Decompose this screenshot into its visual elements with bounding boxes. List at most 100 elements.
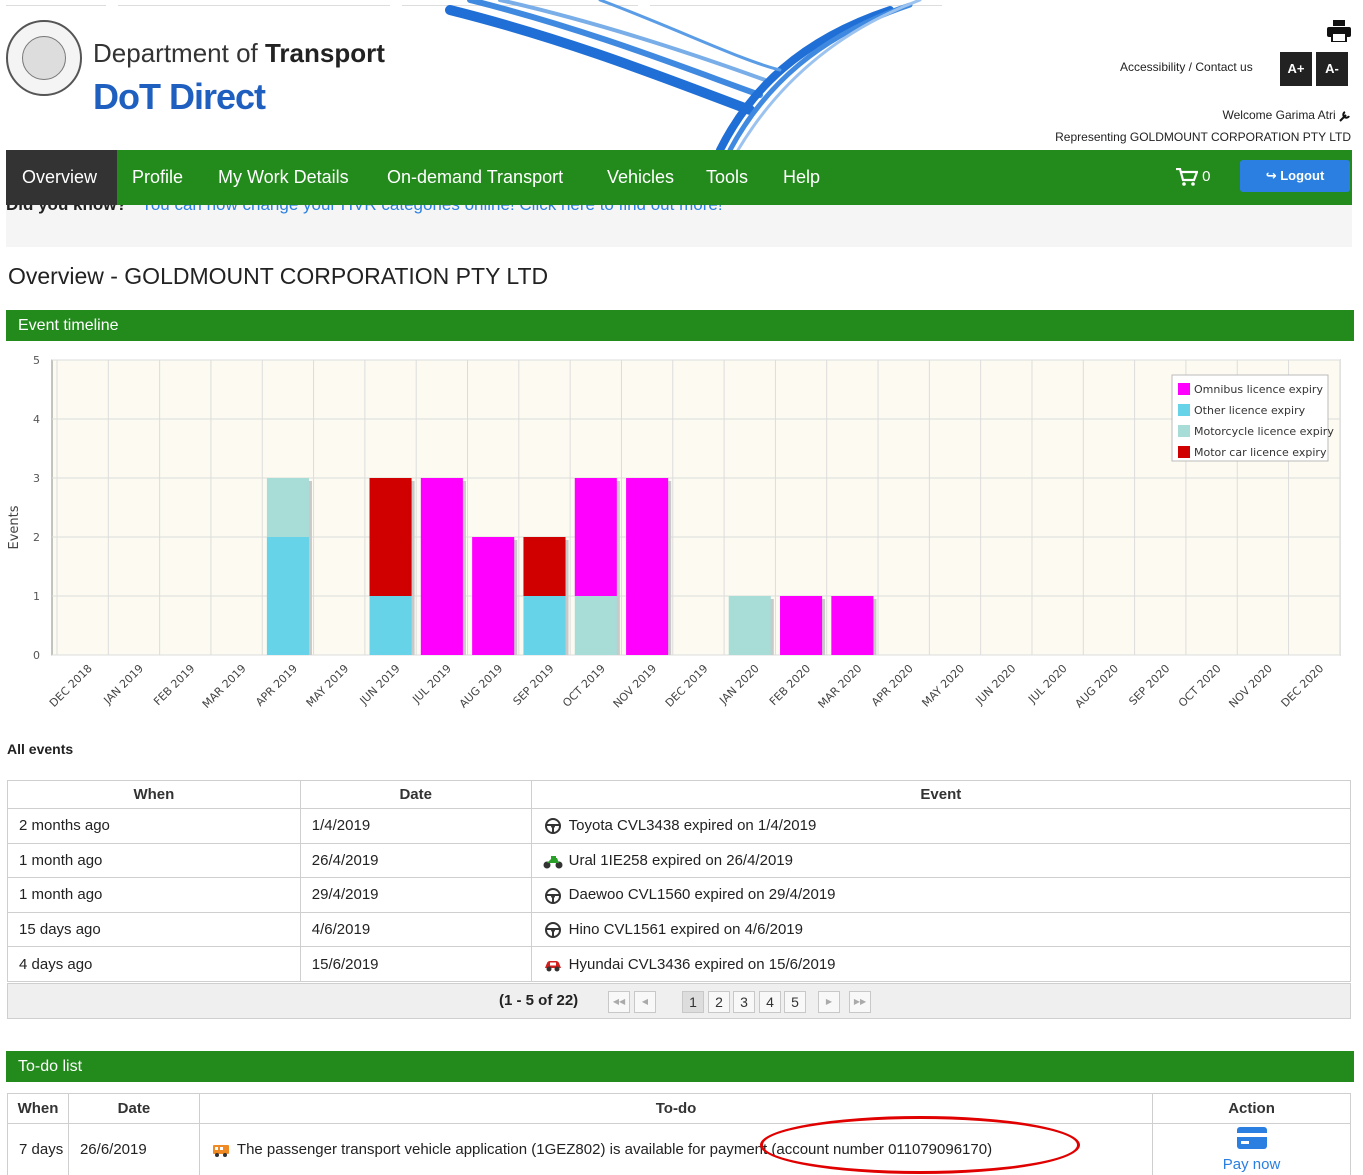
table-row[interactable]: 7 days 26/6/2019 The passenger transport… [7, 1123, 1351, 1175]
nav-item-my-work-details[interactable]: My Work Details [202, 150, 365, 205]
cell-event: Hyundai CVL3436 expired on 15/6/2019 [530, 946, 1352, 982]
cell-when: 15 days ago [7, 911, 301, 948]
cell-event: Ural 1IE258 expired on 26/4/2019 [530, 842, 1352, 879]
logout-button[interactable]: ↪ Logout [1240, 160, 1350, 192]
info-banner: Did you know? You can now change your HV… [6, 205, 1352, 247]
bar-segment [523, 537, 566, 596]
column-header-when[interactable]: When [7, 1093, 69, 1124]
y-tick-label: 3 [33, 472, 40, 485]
x-tick-label: APR 2020 [869, 662, 916, 709]
cell-date: 29/4/2019 [299, 877, 532, 913]
x-tick-label: SEP 2019 [511, 662, 557, 708]
x-tick-label: DEC 2019 [663, 662, 711, 710]
x-tick-label: JUL 2020 [1025, 662, 1069, 706]
column-header-date[interactable]: Date [67, 1093, 200, 1124]
x-tick-label: JUN 2020 [972, 662, 1018, 708]
nav-item-profile[interactable]: Profile [116, 150, 199, 205]
print-icon[interactable] [1326, 20, 1352, 42]
event-timeline-chart-container: 0 1 2 3 4 5 Events DEC 2018 JAN 2019 FEB 2019 MAR … [0, 341, 1363, 736]
all-events-label: All events [7, 741, 74, 757]
steering-wheel-icon [544, 887, 561, 904]
credit-card-icon[interactable] [1236, 1126, 1268, 1150]
bar-segment [626, 478, 669, 655]
nav-item-tools[interactable]: Tools [690, 150, 764, 205]
column-header-event[interactable]: Event [530, 780, 1352, 809]
y-tick-label: 2 [33, 531, 40, 544]
pager-page-2[interactable]: 2 [708, 991, 730, 1013]
nav-item-help[interactable]: Help [767, 150, 836, 205]
bar-segment [574, 596, 617, 655]
bar-segment [728, 596, 771, 655]
cell-date: 26/4/2019 [299, 842, 532, 879]
pager-info: (1 - 5 of 22) [499, 992, 579, 1009]
font-decrease-button[interactable]: A- [1316, 52, 1348, 86]
event-timeline-header: Event timeline [6, 310, 1354, 341]
representing-label: Representing GOLDMOUNT CORPORATION PTY L… [1055, 130, 1351, 144]
wrench-icon[interactable] [1339, 110, 1351, 122]
table-row[interactable]: 2 months ago 1/4/2019 Toyota CVL3438 exp… [7, 808, 1352, 844]
nav-item-on-demand-transport[interactable]: On-demand Transport [371, 150, 579, 205]
events-table: When Date Event 2 months ago 1/4/2019 To… [7, 780, 1352, 982]
passenger-vehicle-icon [212, 1145, 229, 1158]
bar-segment [523, 596, 566, 655]
pay-now-link[interactable]: Pay now [1153, 1156, 1350, 1173]
column-header-todo[interactable]: To-do [198, 1093, 1154, 1124]
column-header-date[interactable]: Date [299, 780, 532, 809]
column-header-action[interactable]: Action [1152, 1093, 1351, 1124]
pager-page-4[interactable]: 4 [759, 991, 781, 1013]
steering-wheel-icon [544, 818, 561, 835]
accessibility-contact-link[interactable]: Accessibility / Contact us [1120, 60, 1253, 74]
table-row[interactable]: 15 days ago 4/6/2019 Hino CVL1561 expire… [7, 911, 1352, 948]
x-tick-label: DEC 2018 [47, 662, 95, 710]
browser-tab-strip [6, 0, 106, 6]
pager-page-1[interactable]: 1 [682, 991, 704, 1013]
steering-wheel-icon [544, 922, 561, 939]
site-header: Department of Transport DoT Direct Acces… [0, 0, 1363, 150]
x-tick-label: MAR 2020 [816, 662, 865, 711]
x-tick-label: JAN 2020 [716, 662, 761, 707]
x-tick-label: FEB 2020 [767, 662, 813, 708]
cart-button[interactable]: 0 [1176, 167, 1211, 186]
y-tick-label: 4 [33, 413, 40, 426]
y-tick-label: 1 [33, 590, 40, 603]
decorative-swoosh [445, 0, 922, 150]
table-row[interactable]: 1 month ago 26/4/2019 Ural 1IE258 expire… [7, 842, 1352, 879]
nav-item-vehicles[interactable]: Vehicles [591, 150, 690, 205]
x-tick-label: NOV 2020 [1226, 662, 1275, 711]
pager-next-button[interactable]: ▶ [818, 991, 840, 1013]
y-tick-label: 0 [33, 649, 40, 662]
column-header-when[interactable]: When [7, 780, 301, 809]
banner-message[interactable]: Did you know? You can now change your HV… [6, 205, 723, 215]
cell-event: Daewoo CVL1560 expired on 29/4/2019 [530, 877, 1352, 913]
chart-plot-area [51, 359, 1341, 656]
todo-table: When Date To-do Action 7 days 26/6/2019 … [7, 1093, 1351, 1175]
legend-label: Motorcycle licence expiry [1194, 425, 1334, 438]
welcome-message: Welcome Garima Atri [1223, 108, 1351, 122]
dot-direct-logo[interactable]: DoT Direct [93, 76, 266, 118]
x-tick-label: SEP 2020 [1126, 662, 1172, 708]
cell-date: 1/4/2019 [299, 808, 532, 844]
logout-icon: ↪ [1265, 168, 1277, 183]
event-timeline-chart: 012345EventsDEC 2018 JAN 2019 FEB 2019 MAR … [7, 354, 1341, 711]
cell-when: 7 days [7, 1123, 69, 1175]
pager-last-button[interactable]: ▶▶ [849, 991, 871, 1013]
bar-segment [266, 478, 309, 537]
cell-event: Toyota CVL3438 expired on 1/4/2019 [530, 808, 1352, 844]
table-row[interactable]: 1 month ago 29/4/2019 Daewoo CVL1560 exp… [7, 877, 1352, 913]
bar-segment [472, 537, 515, 655]
pager-prev-button[interactable]: ◀ [634, 991, 656, 1013]
pager-first-button[interactable]: ◀◀ [608, 991, 630, 1013]
legend-swatch [1178, 425, 1190, 437]
pager-page-3[interactable]: 3 [733, 991, 755, 1013]
department-name: Department of Transport [93, 38, 385, 68]
nav-item-overview[interactable]: Overview [6, 150, 117, 205]
font-increase-button[interactable]: A+ [1280, 52, 1312, 86]
legend-label: Motor car licence expiry [1194, 446, 1327, 459]
table-row[interactable]: 4 days ago 15/6/2019 Hyundai CVL3436 exp… [7, 946, 1352, 982]
pager-page-5[interactable]: 5 [784, 991, 806, 1013]
legend-swatch [1178, 446, 1190, 458]
legend-swatch [1178, 404, 1190, 416]
x-tick-label: JAN 2019 [101, 662, 146, 707]
x-tick-label: FEB 2019 [151, 662, 197, 708]
x-tick-label: AUG 2019 [457, 662, 506, 711]
